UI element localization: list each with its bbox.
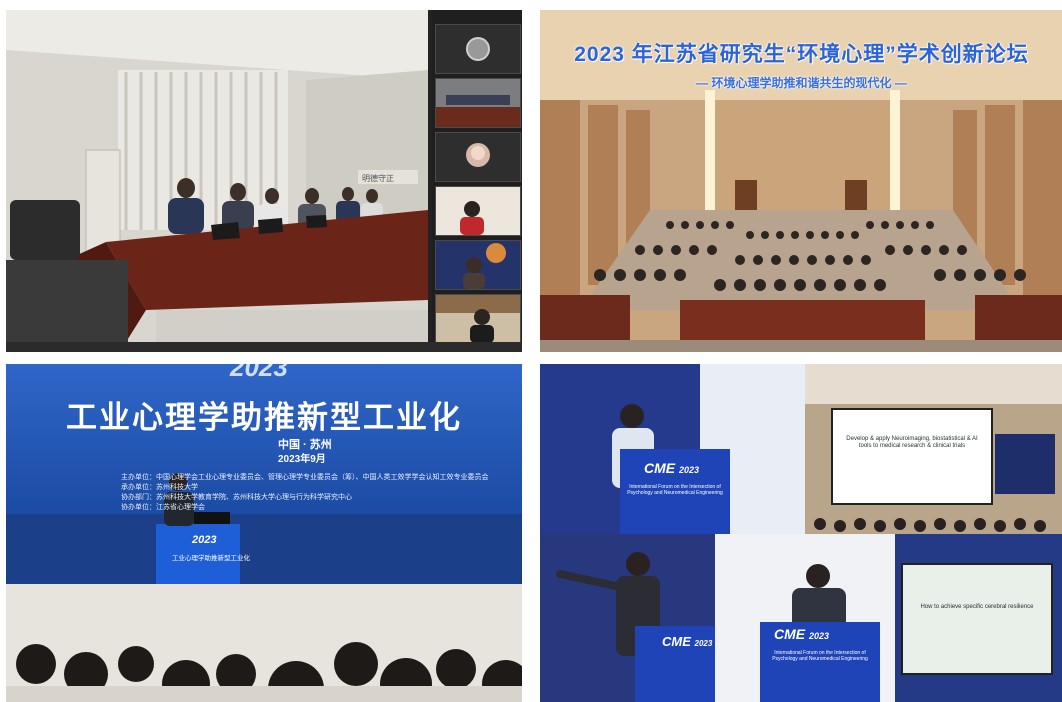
podium-caption-top: International Forum on the Intersection …: [627, 484, 723, 496]
person-video-icon: [436, 241, 520, 289]
event-date: 2023年9月: [278, 454, 326, 465]
meeting-photo-panel: 明德守正: [6, 10, 522, 352]
meeting-status-bar: [6, 342, 522, 352]
participant-thumb-3[interactable]: [435, 132, 521, 182]
event-year: 2023: [230, 364, 288, 382]
avatar-icon: [466, 37, 490, 61]
organizer-line: 主办单位：中国心理学会工业心理专业委员会、管理心理学专业委员会（筹）、中国人类工…: [121, 474, 489, 481]
slide-bottom-text: How to achieve specific cerebral resilie…: [920, 604, 1034, 610]
avatar-icon: [466, 143, 490, 167]
organizer-line: 承办单位：苏州科技大学: [121, 484, 198, 491]
cme-logo-bottom-left: CME 2023: [662, 634, 713, 649]
forum-title: 2023 年江苏省研究生“环境心理”学术创新论坛: [574, 43, 1029, 66]
person-video-icon: [436, 187, 520, 235]
industrial-psychology-photo-panel: 2023 工业心理学助推新型工业化 中国 · 苏州 2023年9月 主办单位：中…: [6, 364, 522, 702]
person-video-icon: [436, 295, 520, 343]
participant-thumb-2[interactable]: [435, 78, 521, 128]
participant-thumb-5[interactable]: [435, 240, 521, 290]
cme-logo-bottom-middle: CME 2023: [774, 626, 830, 642]
participant-thumb-1[interactable]: [435, 24, 521, 74]
cme-forum-photo-panel: CME 2023 International Forum on the Inte…: [540, 364, 1062, 702]
forum-hall-photo-panel: 2023 年江苏省研究生“环境心理”学术创新论坛 — 环境心理学助推和谐共生的现…: [540, 10, 1062, 352]
cme-logo-top: CME 2023: [644, 460, 700, 476]
participant-thumb-4[interactable]: [435, 186, 521, 236]
podium-text: 工业心理学助推新型工业化: [172, 555, 250, 562]
room-camera-icon: [436, 79, 520, 127]
podium-caption-bottom: International Forum on the Intersection …: [772, 650, 868, 662]
participant-thumb-6[interactable]: [435, 294, 521, 344]
meeting-room-scene: 明德守正: [6, 10, 428, 342]
participant-sidebar: [432, 10, 522, 344]
forum-subtitle: — 环境心理学助推和谐共生的现代化 —: [696, 76, 907, 90]
organizer-line: 协办单位：江苏省心理学会: [121, 504, 205, 511]
organizer-line: 协办部门：苏州科技大学教育学院、苏州科技大学心理与行为科学研究中心: [121, 494, 352, 501]
slide-title: Develop & apply Neuroimaging, biostatist…: [846, 436, 978, 449]
svg-text:明德守正: 明德守正: [362, 173, 394, 183]
event-title: 工业心理学助推新型工业化: [66, 400, 462, 435]
podium-year: 2023: [192, 534, 217, 546]
